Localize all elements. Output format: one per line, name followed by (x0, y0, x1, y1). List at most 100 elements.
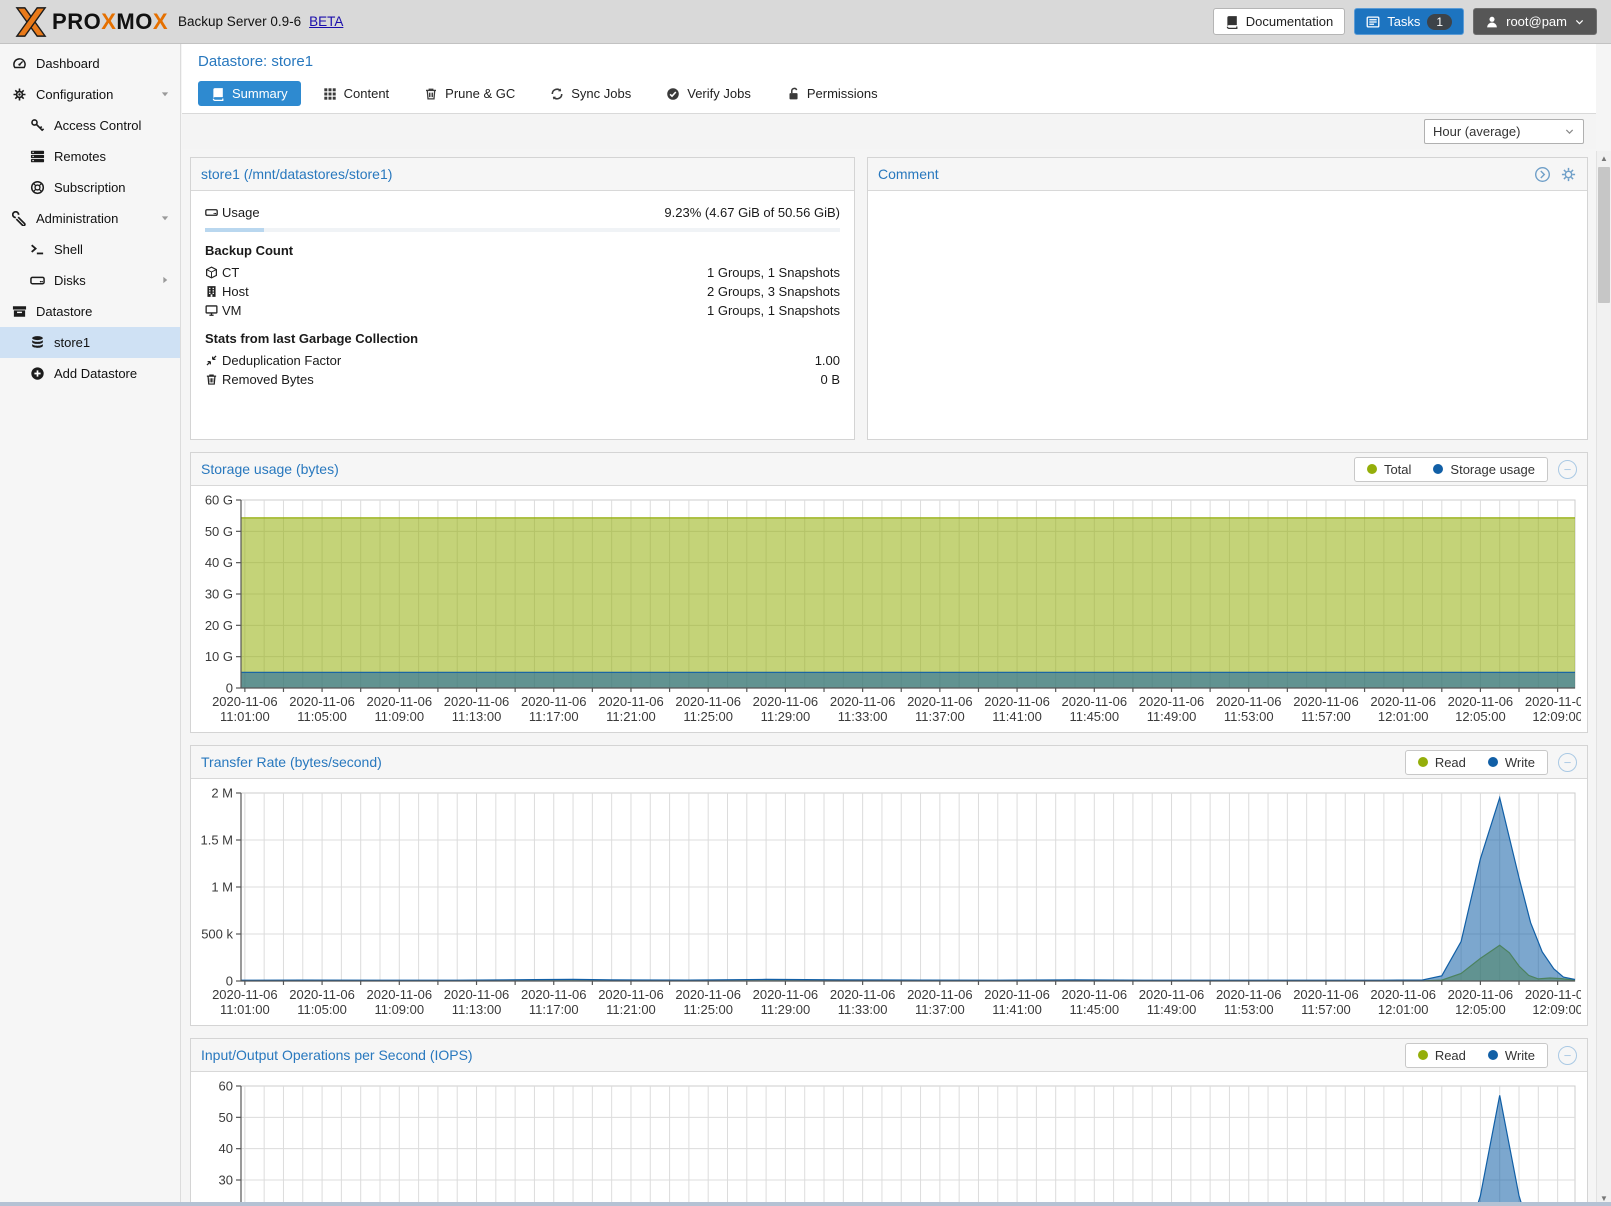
sidebar-item-label: Access Control (54, 118, 141, 133)
tab-verify-jobs[interactable]: Verify Jobs (653, 81, 764, 106)
svg-text:2020-11-06: 2020-11-06 (367, 987, 433, 1002)
svg-text:2020-11-06: 2020-11-06 (1062, 694, 1128, 709)
legend-label: Read (1435, 1048, 1466, 1063)
storage-usage-chart-panel: Storage usage (bytes) TotalStorage usage… (190, 452, 1588, 733)
chart-legend: Total Storage usage (1354, 457, 1548, 482)
sidebar: DashboardConfiguration Access Control Remo… (0, 44, 181, 1206)
svg-text:11:53:00: 11:53:00 (1224, 709, 1274, 724)
tab-content[interactable]: Content (310, 81, 403, 106)
svg-text:50 G: 50 G (205, 524, 233, 539)
sidebar-item-label: Disks (54, 273, 86, 288)
sidebar-item-remotes[interactable]: Remotes (0, 141, 180, 172)
stat-row-host: Host2 Groups, 3 Snapshots (205, 282, 840, 301)
caret-down-icon[interactable] (159, 212, 171, 224)
tab-permissions[interactable]: Permissions (773, 81, 891, 106)
svg-text:500 k: 500 k (201, 927, 233, 942)
svg-text:12:01:00: 12:01:00 (1378, 709, 1429, 724)
desktop-icon (205, 304, 222, 317)
edit-comment-icon[interactable] (1534, 166, 1551, 183)
svg-text:11:09:00: 11:09:00 (374, 1002, 424, 1017)
sidebar-item-add-datastore[interactable]: Add Datastore (0, 358, 180, 389)
sidebar-item-dashboard[interactable]: Dashboard (0, 48, 180, 79)
compress-icon (205, 354, 222, 367)
legend-item-read[interactable]: Read (1418, 1048, 1466, 1063)
comment-body[interactable] (868, 191, 1587, 439)
time-range-select[interactable]: Hour (average) (1424, 119, 1584, 144)
sidebar-item-access-control[interactable]: Access Control (0, 110, 180, 141)
legend-item-write[interactable]: Write (1488, 1048, 1535, 1063)
svg-text:2020-11-06: 2020-11-06 (289, 987, 355, 1002)
svg-text:2020-11-06: 2020-11-06 (444, 694, 510, 709)
tasks-list-icon (1366, 15, 1380, 29)
collapse-chart-icon[interactable]: − (1558, 460, 1577, 479)
stat-label: VM (222, 301, 242, 320)
caret-right-icon[interactable] (159, 274, 171, 286)
scroll-up-arrow-icon[interactable]: ▲ (1597, 151, 1611, 166)
svg-text:2020-11-06: 2020-11-06 (1216, 987, 1282, 1002)
legend-item-read[interactable]: Read (1418, 755, 1466, 770)
sidebar-item-disks[interactable]: Disks (0, 265, 180, 296)
trash-icon (424, 87, 438, 101)
legend-dot-icon (1367, 464, 1377, 474)
user-menu-button[interactable]: root@pam (1473, 8, 1597, 35)
legend-item-storage-usage[interactable]: Storage usage (1433, 462, 1535, 477)
tab-summary[interactable]: Summary (198, 81, 301, 106)
svg-text:11:41:00: 11:41:00 (992, 1002, 1042, 1017)
svg-text:50: 50 (219, 1110, 233, 1125)
svg-text:2020-11-06: 2020-11-06 (1525, 987, 1581, 1002)
sidebar-item-store1[interactable]: store1 (0, 327, 180, 358)
cube-icon (205, 266, 222, 279)
tasks-button[interactable]: Tasks 1 (1354, 8, 1464, 35)
sidebar-item-shell[interactable]: Shell (0, 234, 180, 265)
archive-icon (12, 304, 28, 320)
sidebar-item-configuration[interactable]: Configuration (0, 79, 180, 110)
svg-text:2020-11-06: 2020-11-06 (1139, 694, 1205, 709)
hdd-icon (205, 206, 222, 219)
svg-text:11:45:00: 11:45:00 (1069, 709, 1119, 724)
sidebar-item-administration[interactable]: Administration (0, 203, 180, 234)
caret-down-icon[interactable] (159, 88, 171, 100)
svg-text:11:57:00: 11:57:00 (1301, 1002, 1351, 1017)
product-version: Backup Server 0.9-6 (178, 14, 301, 29)
tasks-count-badge: 1 (1427, 14, 1452, 30)
sidebar-item-subscription[interactable]: Subscription (0, 172, 180, 203)
documentation-button[interactable]: Documentation (1213, 8, 1345, 35)
datastore-summary-panel: store1 (/mnt/datastores/store1) Usage 9.… (190, 157, 855, 440)
beta-link[interactable]: BETA (309, 14, 343, 29)
stat-value: 2 Groups, 3 Snapshots (707, 282, 840, 301)
svg-text:2020-11-06: 2020-11-06 (367, 694, 433, 709)
svg-text:2020-11-06: 2020-11-06 (1370, 987, 1436, 1002)
collapse-chart-icon[interactable]: − (1558, 1046, 1577, 1065)
chart-legend: Read Write (1405, 750, 1548, 775)
legend-item-total[interactable]: Total (1367, 462, 1411, 477)
svg-text:11:37:00: 11:37:00 (915, 709, 965, 724)
svg-text:2020-11-06: 2020-11-06 (753, 694, 819, 709)
hdd-icon (30, 273, 46, 289)
tab-prune-gc[interactable]: Prune & GC (411, 81, 528, 106)
gear-icon[interactable] (1560, 166, 1577, 183)
sidebar-item-datastore[interactable]: Datastore (0, 296, 180, 327)
svg-text:11:25:00: 11:25:00 (683, 1002, 733, 1017)
svg-text:11:41:00: 11:41:00 (992, 709, 1042, 724)
svg-text:11:21:00: 11:21:00 (606, 709, 656, 724)
legend-dot-icon (1488, 757, 1498, 767)
svg-text:2020-11-06: 2020-11-06 (598, 694, 664, 709)
svg-text:11:37:00: 11:37:00 (915, 1002, 965, 1017)
svg-text:11:01:00: 11:01:00 (220, 709, 270, 724)
usage-value: 9.23% (4.67 GiB of 50.56 GiB) (664, 203, 840, 222)
stat-value: 1 Groups, 1 Snapshots (707, 263, 840, 282)
collapse-chart-icon[interactable]: − (1558, 753, 1577, 772)
svg-text:11:13:00: 11:13:00 (452, 709, 502, 724)
svg-text:1.5 M: 1.5 M (200, 833, 233, 848)
terminal-icon (30, 242, 46, 258)
transfer-chart-title: Transfer Rate (bytes/second) (201, 754, 382, 770)
legend-label: Storage usage (1450, 462, 1535, 477)
tab-sync-jobs[interactable]: Sync Jobs (537, 81, 644, 106)
key-icon (30, 118, 46, 134)
unlock-icon (786, 87, 800, 101)
vertical-scrollbar[interactable]: ▲ ▼ (1596, 151, 1611, 1206)
legend-dot-icon (1488, 1050, 1498, 1060)
legend-item-write[interactable]: Write (1488, 755, 1535, 770)
scrollbar-thumb[interactable] (1598, 167, 1610, 303)
plus-circle-icon (30, 366, 46, 382)
